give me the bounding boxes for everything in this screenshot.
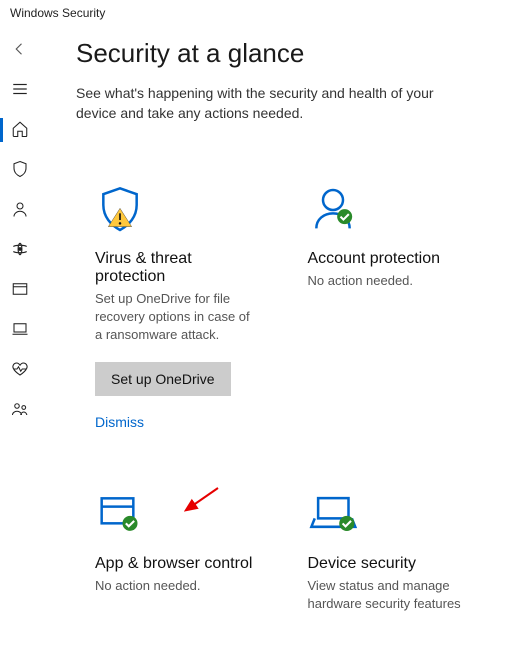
card-account-protection[interactable]: Account protection No action needed.: [289, 164, 492, 460]
account-icon-wrap: [308, 185, 473, 240]
virus-icon-wrap: [95, 185, 260, 240]
card-text: Set up OneDrive for file recovery option…: [95, 290, 260, 345]
sidebar-item-firewall[interactable]: [0, 230, 40, 270]
heart-icon: [11, 360, 29, 381]
card-app-browser[interactable]: App & browser control No action needed.: [76, 469, 279, 642]
card-device-security[interactable]: Device security View status and manage h…: [289, 469, 492, 642]
sidebar-item-virus[interactable]: [0, 150, 40, 190]
sidebar-item-home[interactable]: [0, 110, 40, 150]
sidebar-item-account[interactable]: [0, 190, 40, 230]
card-text: No action needed.: [95, 577, 260, 595]
menu-icon: [11, 80, 29, 101]
page-title: Security at a glance: [76, 38, 491, 69]
card-virus-threat[interactable]: Virus & threat protection Set up OneDriv…: [76, 164, 279, 460]
network-icon: [10, 240, 30, 261]
card-title: Account protection: [308, 250, 473, 268]
card-title: Device security: [308, 555, 473, 573]
laptop-ok-icon: [308, 490, 362, 540]
sidebar-item-device[interactable]: [0, 310, 40, 350]
card-title: App & browser control: [95, 555, 260, 573]
shield-warning-icon: [95, 185, 145, 235]
browser-ok-icon: [95, 490, 145, 540]
card-text: View status and manage hardware security…: [308, 577, 473, 613]
card-title: Virus & threat protection: [95, 250, 260, 286]
person-icon: [11, 200, 29, 221]
home-icon: [11, 120, 29, 141]
card-text: No action needed.: [308, 272, 473, 290]
device-icon-wrap: [308, 490, 473, 545]
sidebar: [0, 26, 40, 650]
appbrowser-icon-wrap: [95, 490, 260, 545]
sidebar-item-appbrowser[interactable]: [0, 270, 40, 310]
page-subtitle: See what's happening with the security a…: [76, 83, 476, 124]
menu-button[interactable]: [0, 70, 40, 110]
shield-icon: [11, 160, 29, 181]
setup-onedrive-button[interactable]: Set up OneDrive: [95, 362, 231, 396]
sidebar-item-health[interactable]: [0, 350, 40, 390]
back-icon: [11, 40, 29, 61]
dismiss-link[interactable]: Dismiss: [95, 414, 260, 430]
person-ok-icon: [308, 185, 358, 235]
browser-icon: [11, 280, 29, 301]
main-content: Security at a glance See what's happenin…: [40, 26, 519, 650]
family-icon: [11, 400, 29, 421]
cards-grid: Virus & threat protection Set up OneDriv…: [76, 164, 491, 643]
window-title: Windows Security: [0, 0, 519, 26]
laptop-icon: [11, 320, 29, 341]
sidebar-item-family[interactable]: [0, 390, 40, 430]
back-button[interactable]: [0, 30, 40, 70]
